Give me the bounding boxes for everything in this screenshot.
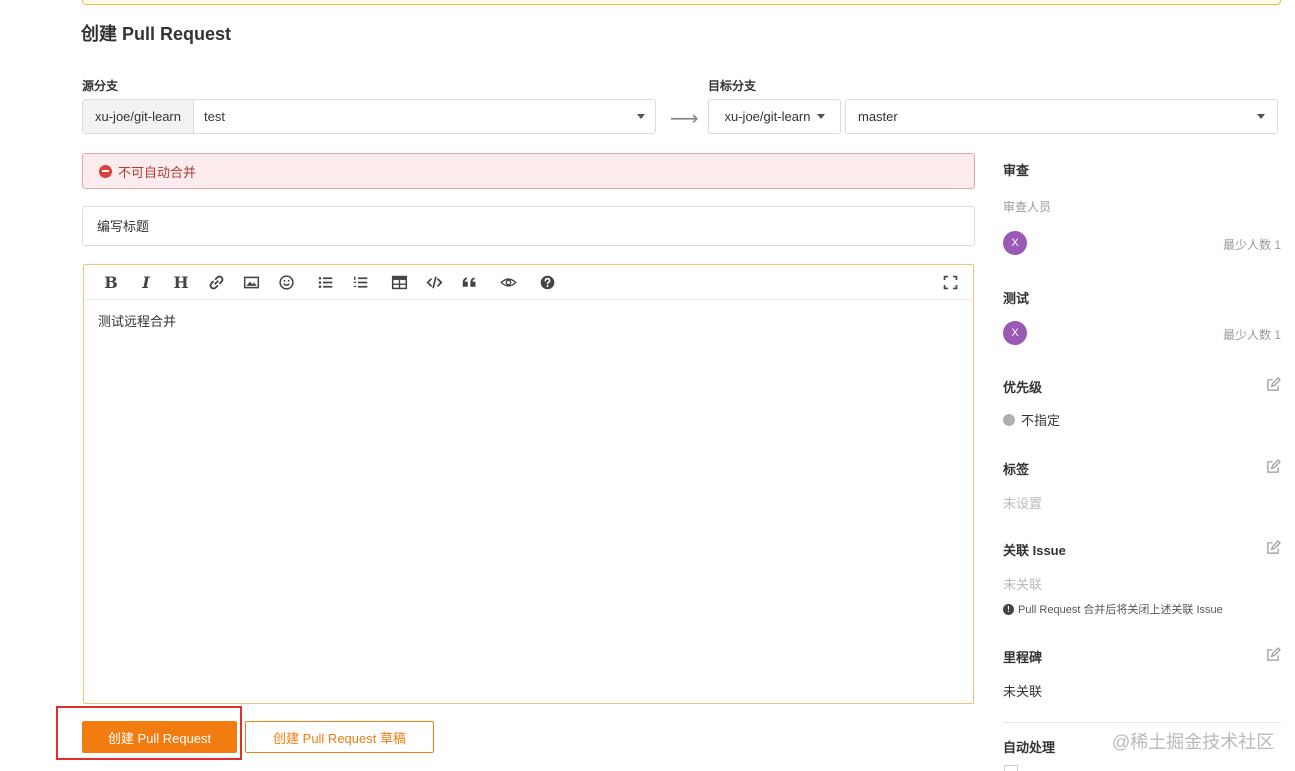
labels-heading: 标签	[1003, 462, 1030, 477]
title-input[interactable]	[82, 206, 975, 246]
avatar[interactable]: X	[1003, 321, 1027, 345]
target-branch-label: 目标分支	[708, 79, 757, 93]
source-branch-dropdown[interactable]: test	[194, 100, 655, 133]
priority-heading: 优先级	[1003, 380, 1043, 395]
milestone-heading: 里程碑	[1003, 650, 1043, 665]
auto-process-heading: 自动处理	[1003, 740, 1056, 755]
edit-icon[interactable]	[1266, 647, 1281, 662]
bold-icon[interactable]: B	[100, 271, 122, 293]
source-branch-value: test	[204, 109, 225, 124]
priority-text: 不指定	[1021, 413, 1061, 428]
merge-conflict-alert: 不可自动合并	[82, 153, 975, 189]
create-draft-pr-button[interactable]: 创建 Pull Request 草稿	[245, 721, 434, 753]
target-repo-dropdown[interactable]: xu-joe/git-learn	[708, 99, 841, 134]
test-min-count: 最少人数 1	[1222, 328, 1281, 342]
create-pr-button[interactable]: 创建 Pull Request	[82, 721, 237, 753]
preview-icon[interactable]	[497, 271, 519, 293]
top-banner-edge	[82, 0, 1281, 5]
link-icon[interactable]	[205, 271, 227, 293]
help-icon[interactable]	[536, 271, 558, 293]
source-branch-selector: xu-joe/git-learn test	[82, 99, 656, 134]
reviewers-label: 审查人员	[1003, 200, 1052, 214]
page-title: 创建 Pull Request	[81, 24, 232, 44]
editor-textarea[interactable]: 测试远程合并	[84, 300, 973, 341]
review-min-count: 最少人数 1	[1222, 238, 1281, 252]
minus-circle-icon	[99, 164, 112, 178]
heading-icon[interactable]: H	[170, 271, 192, 293]
chevron-down-icon	[637, 114, 645, 119]
edit-icon[interactable]	[1266, 540, 1281, 555]
chevron-down-icon	[816, 114, 825, 119]
avatar[interactable]: X	[1003, 231, 1027, 255]
issue-value: 未关联	[1003, 577, 1043, 592]
milestone-value: 未关联	[1003, 684, 1043, 699]
italic-icon[interactable]: I	[135, 271, 157, 293]
review-heading: 审查	[1003, 163, 1030, 178]
table-icon[interactable]	[388, 271, 410, 293]
edit-icon[interactable]	[1266, 459, 1281, 474]
info-icon: !	[1003, 603, 1014, 615]
edit-icon[interactable]	[1266, 377, 1281, 392]
emoji-icon[interactable]	[275, 271, 297, 293]
issue-note: ! Pull Request 合并后将关闭上述关联 Issue	[1003, 601, 1223, 617]
editor-toolbar: B I H	[84, 265, 973, 300]
source-branch-label: 源分支	[82, 79, 119, 93]
watermark: @稀土掘金技术社区	[1112, 732, 1275, 752]
alert-text: 不可自动合并	[118, 164, 197, 180]
divider	[1003, 722, 1281, 723]
ordered-list-icon[interactable]	[349, 271, 371, 293]
markdown-editor: B I H 测试远程合并	[83, 264, 974, 704]
arrow-right-icon: ⟶	[670, 108, 699, 130]
image-icon[interactable]	[240, 271, 262, 293]
auto-process-checkbox[interactable]	[1004, 765, 1018, 771]
issue-note-text: Pull Request 合并后将关闭上述关联 Issue	[1018, 604, 1223, 616]
labels-value: 未设置	[1003, 496, 1043, 511]
source-repo: xu-joe/git-learn	[83, 100, 194, 133]
target-repo-value: xu-joe/git-learn	[724, 109, 811, 124]
priority-value: 不指定	[1003, 410, 1060, 429]
quote-icon[interactable]	[458, 271, 480, 293]
fullscreen-icon[interactable]	[942, 274, 959, 291]
chevron-down-icon	[1257, 114, 1265, 119]
status-dot	[1003, 413, 1015, 426]
test-heading: 测试	[1003, 291, 1030, 306]
code-icon[interactable]	[423, 271, 445, 293]
target-branch-dropdown[interactable]: master	[845, 99, 1278, 134]
unordered-list-icon[interactable]	[314, 271, 336, 293]
issue-heading: 关联 Issue	[1003, 543, 1066, 558]
target-branch-value: master	[858, 109, 898, 124]
